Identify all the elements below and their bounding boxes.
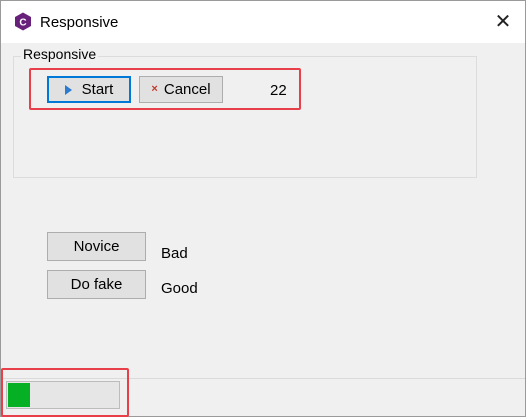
app-window: C Responsive ✕ Responsive Start × Cancel… xyxy=(0,0,526,417)
do-fake-status-label: Good xyxy=(161,280,198,297)
do-fake-button[interactable]: Do fake xyxy=(47,270,146,299)
client-area: Responsive Start × Cancel 22 Novice Bad … xyxy=(1,43,525,417)
svg-text:C: C xyxy=(19,18,26,29)
close-icon[interactable]: ✕ xyxy=(491,10,515,34)
csharp-app-icon: C xyxy=(15,12,31,31)
novice-button-label: Novice xyxy=(73,238,120,255)
highlight-box-controls xyxy=(29,68,301,110)
title-bar: C Responsive ✕ xyxy=(1,1,525,43)
novice-button[interactable]: Novice xyxy=(47,232,146,261)
novice-status-label: Bad xyxy=(161,245,188,262)
groupbox-label: Responsive xyxy=(21,46,99,62)
window-title: Responsive xyxy=(40,14,119,31)
highlight-box-progress xyxy=(1,368,129,417)
do-fake-button-label: Do fake xyxy=(70,276,123,293)
